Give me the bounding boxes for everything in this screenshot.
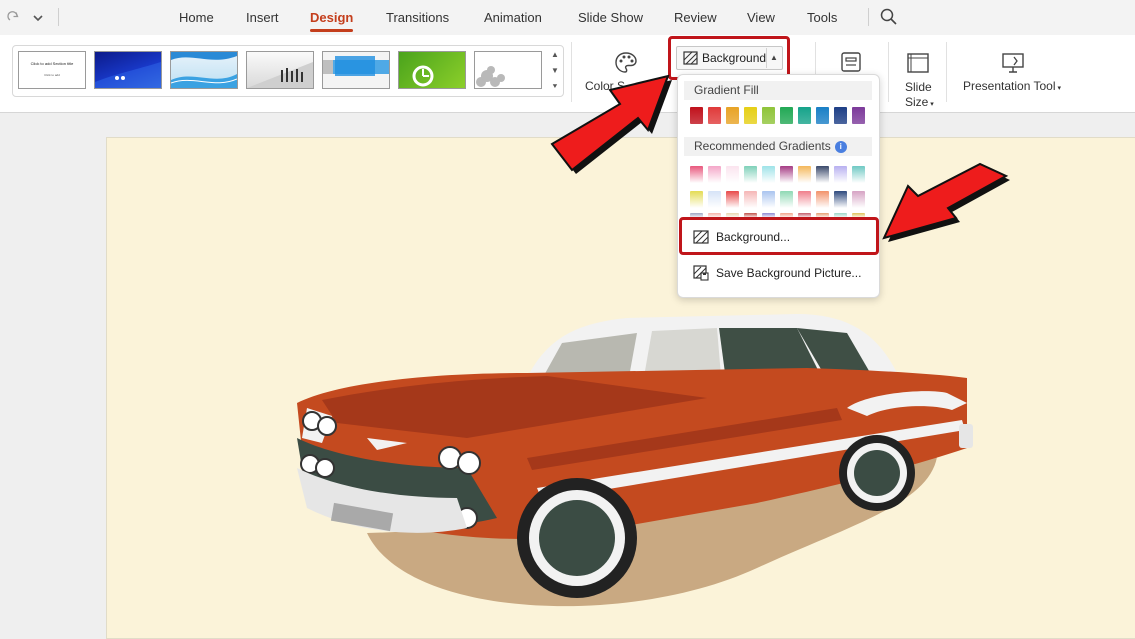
tab-transitions[interactable]: Transitions <box>386 0 449 35</box>
gradient-fill-swatch[interactable] <box>744 107 757 124</box>
tab-home[interactable]: Home <box>179 0 214 35</box>
theme-thumbnail-blue-cyclist[interactable] <box>94 51 162 89</box>
save-picture-icon <box>693 265 709 281</box>
theme-thumbnail-blue-bar[interactable] <box>322 51 390 89</box>
recommended-gradient-swatch[interactable] <box>708 166 721 183</box>
arrow-annotation-left <box>550 74 672 174</box>
tab-design[interactable]: Design <box>310 0 354 35</box>
theme-gallery: Click to add Section title Click to add … <box>12 45 564 97</box>
tab-view[interactable]: View <box>747 0 775 35</box>
presentation-tool-label[interactable]: Presentation Tool ▾ <box>963 79 1061 93</box>
redo-icon[interactable] <box>4 0 24 35</box>
recommended-gradients-label: Recommended Gradients <box>694 139 831 153</box>
gradient-fill-swatch[interactable] <box>780 107 793 124</box>
tab-animation[interactable]: Animation <box>484 0 542 35</box>
recommended-gradient-swatch[interactable] <box>744 166 757 183</box>
menu-bar: Home Insert Design Transitions Animation… <box>0 0 1135 35</box>
info-icon[interactable]: i <box>834 140 847 153</box>
theme-thumbnail-blank[interactable]: Click to add Section title Click to add <box>18 51 86 89</box>
recommended-gradient-swatch[interactable] <box>762 191 775 208</box>
gradient-fill-swatch[interactable] <box>834 107 847 124</box>
theme-thumbnail-subtitle: Click to add <box>44 73 60 77</box>
recommended-gradient-swatch[interactable] <box>798 191 811 208</box>
theme-thumbnail-blue-wave[interactable] <box>170 51 238 89</box>
toolbar-divider <box>58 8 59 26</box>
recommended-gradient-swatch[interactable] <box>852 191 865 208</box>
menu-item-save-background-picture[interactable]: Save Background Picture... <box>684 260 872 286</box>
chevron-down-icon[interactable] <box>28 0 48 35</box>
highlight-box-background-item <box>679 217 879 255</box>
gradient-fill-swatch[interactable] <box>726 107 739 124</box>
recommended-gradient-swatch[interactable] <box>852 166 865 183</box>
recommended-gradient-swatch[interactable] <box>816 191 829 208</box>
gradient-fill-swatch[interactable] <box>852 107 865 124</box>
recommended-gradient-swatch[interactable] <box>834 191 847 208</box>
recommended-gradients-title: Recommended Gradients i <box>684 137 872 156</box>
recommended-gradient-swatch[interactable] <box>726 166 739 183</box>
recommended-gradient-swatch[interactable] <box>708 191 721 208</box>
ribbon-divider <box>946 42 947 102</box>
recommended-gradient-swatch[interactable] <box>762 166 775 183</box>
recommended-gradient-swatch[interactable] <box>780 191 793 208</box>
tab-slide-show[interactable]: Slide Show <box>578 0 643 35</box>
ribbon-divider <box>888 42 889 102</box>
tab-insert[interactable]: Insert <box>246 0 279 35</box>
gradient-fill-swatch[interactable] <box>816 107 829 124</box>
toolbar-divider <box>868 8 869 26</box>
presentation-tool-icon[interactable] <box>1001 51 1025 75</box>
theme-thumbnail-title: Click to add Section title <box>30 61 74 66</box>
presentation-tool-text: Presentation Tool <box>963 79 1056 93</box>
theme-thumbnail-floral[interactable] <box>474 51 542 89</box>
menu-item-save-background-picture-label: Save Background Picture... <box>716 266 862 280</box>
slide-size-text: Size <box>905 95 929 109</box>
recommended-gradient-swatch[interactable] <box>834 166 847 183</box>
slide-size-label-2[interactable]: Size ▾ <box>905 95 934 109</box>
recommended-gradient-swatch[interactable] <box>690 166 703 183</box>
recommended-gradient-swatch[interactable] <box>816 166 829 183</box>
gradient-fill-title: Gradient Fill <box>684 81 872 100</box>
theme-thumbnail-green-clock[interactable] <box>398 51 466 89</box>
arrow-annotation-right <box>882 162 1010 242</box>
recommended-gradient-swatch[interactable] <box>780 166 793 183</box>
gradient-fill-swatch[interactable] <box>762 107 775 124</box>
tab-tools[interactable]: Tools <box>807 0 837 35</box>
chevron-down-icon: ▾ <box>928 101 934 108</box>
chevron-up-icon[interactable]: ▲ <box>551 50 559 59</box>
gradient-fill-swatch[interactable] <box>690 107 703 124</box>
gradient-fill-swatch[interactable] <box>798 107 811 124</box>
slide-layout-icon[interactable] <box>840 51 862 73</box>
slide-size-label[interactable]: Slide <box>905 80 932 94</box>
chevron-down-icon: ▾ <box>1055 85 1061 92</box>
recommended-gradient-swatch[interactable] <box>690 191 703 208</box>
theme-thumbnail-grey-people[interactable] <box>246 51 314 89</box>
tab-review[interactable]: Review <box>674 0 717 35</box>
recommended-gradient-swatch[interactable] <box>744 191 757 208</box>
recommended-gradient-swatch[interactable] <box>726 191 739 208</box>
slide-size-icon[interactable] <box>906 52 930 74</box>
background-dropdown: Gradient Fill Recommended Gradients i Bac… <box>677 74 880 298</box>
search-icon[interactable] <box>878 6 900 28</box>
recommended-gradient-swatch[interactable] <box>798 166 811 183</box>
gradient-fill-swatch[interactable] <box>708 107 721 124</box>
